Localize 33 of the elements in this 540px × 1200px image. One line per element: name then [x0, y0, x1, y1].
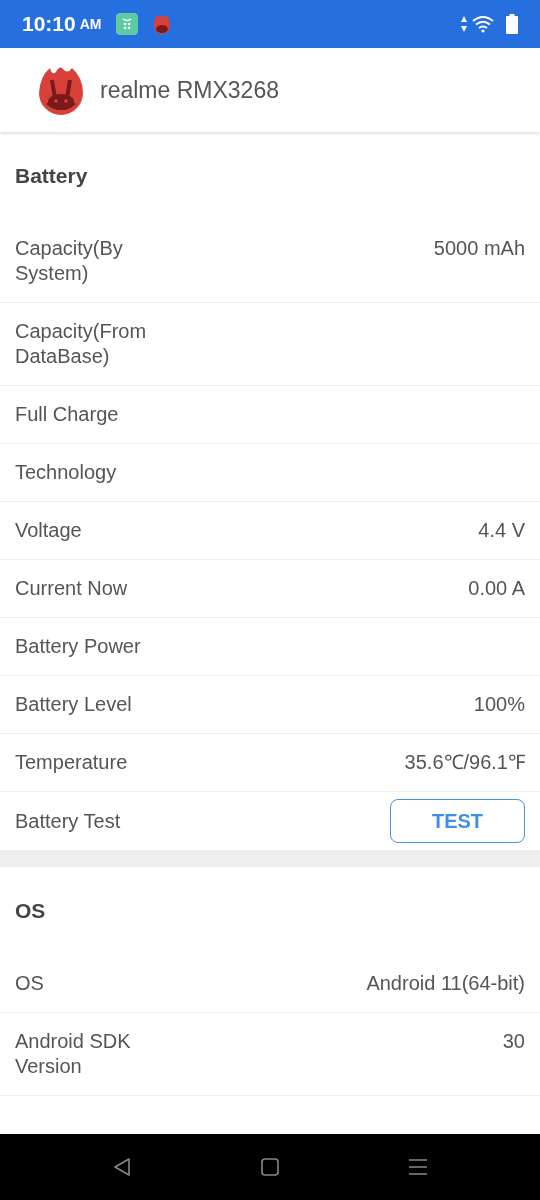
- row-label: Battery Power: [15, 634, 141, 659]
- wifi-icon: [472, 15, 494, 33]
- row-label: OS: [15, 971, 44, 996]
- row-label: Technology: [15, 460, 117, 485]
- home-icon: [261, 1158, 279, 1176]
- flame-logo-icon: [38, 64, 84, 116]
- row-value: 0.00 A: [468, 576, 525, 601]
- section-title: OS: [15, 898, 46, 925]
- row-label: Capacity(By System): [15, 236, 124, 286]
- row-value: 4.4 V: [478, 518, 525, 543]
- row-label: Android SDK Version: [15, 1029, 132, 1079]
- row-label: Capacity(From DataBase): [15, 319, 148, 369]
- flame-app-icon: [151, 13, 172, 35]
- test-button[interactable]: TEST: [390, 799, 525, 843]
- device-title: realme RMX3268: [100, 75, 279, 105]
- row-value: Android 11(64-bit): [366, 971, 525, 996]
- row-value: 100%: [473, 692, 525, 717]
- battery-icon: [506, 14, 518, 34]
- back-icon: [113, 1157, 131, 1177]
- row-value: 35.6℃/96.1℉: [404, 750, 525, 775]
- row-label: Full Charge: [15, 402, 119, 427]
- menu-icon: [409, 1158, 427, 1176]
- clock-period: AM: [79, 14, 102, 34]
- row-value: 30: [502, 1029, 525, 1054]
- data-transfer-icon: [460, 15, 468, 33]
- row-label: Temperature: [15, 750, 128, 775]
- section-title: Battery: [15, 163, 88, 190]
- row-label: Voltage: [15, 518, 82, 543]
- row-label: Battery Level: [15, 692, 132, 717]
- row-value: 5000 mAh: [433, 236, 525, 261]
- row-label: Current Now: [15, 576, 128, 601]
- clock: 10:10: [22, 11, 76, 38]
- row-label: Battery Test: [15, 808, 121, 834]
